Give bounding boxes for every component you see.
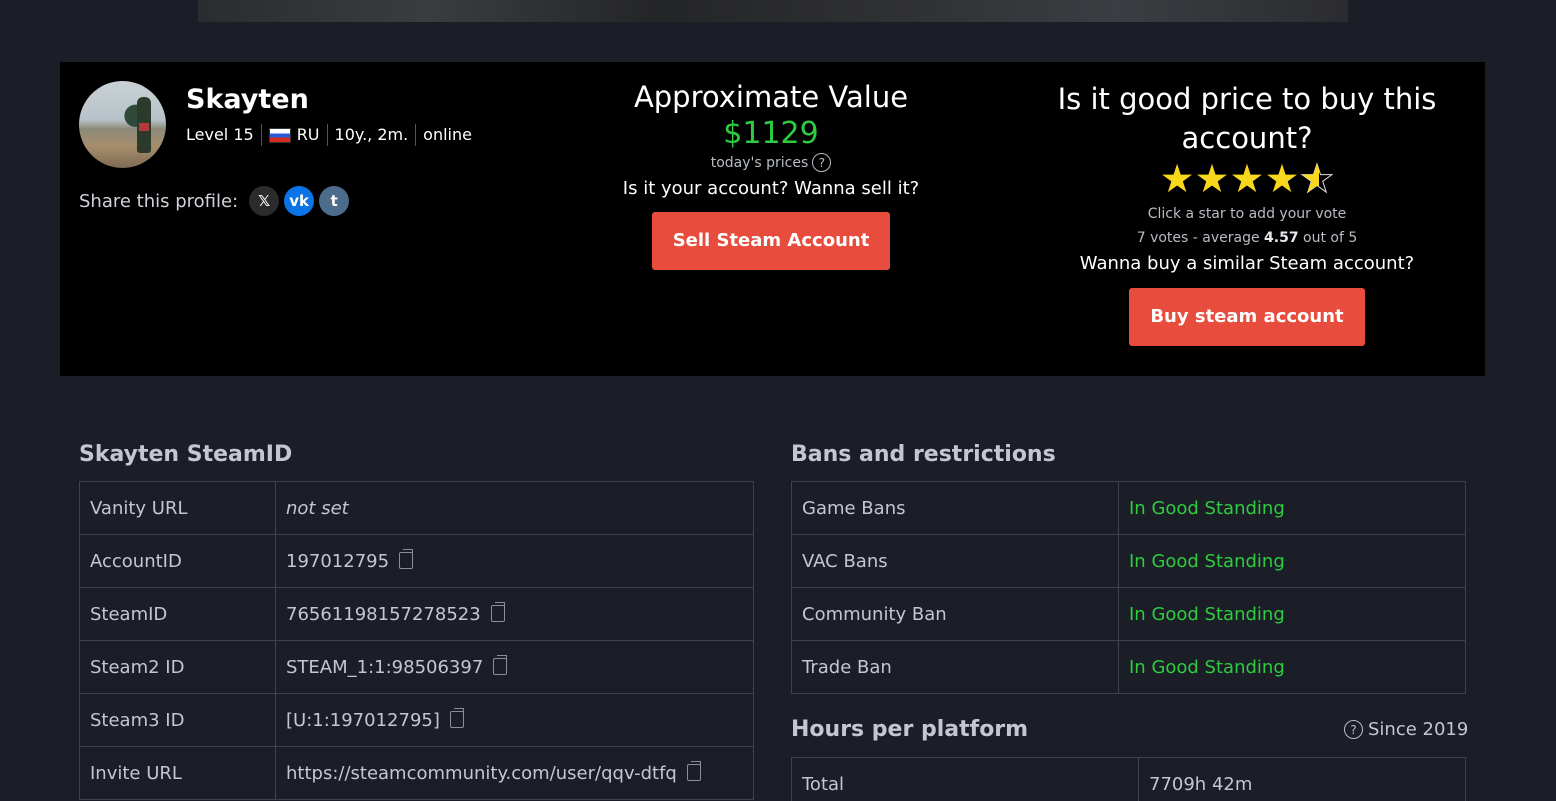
help-icon[interactable]: ? — [812, 153, 832, 172]
row-label: Community Ban — [791, 587, 1119, 641]
invite-url-value[interactable]: https://steamcommunity.com/user/qqv-dtfq — [286, 763, 677, 784]
valuation-block: Approximate Value $1129 today's prices? … — [571, 80, 971, 270]
row-label: Steam2 ID — [79, 640, 276, 694]
since-text: Since 2019 — [1368, 719, 1469, 740]
online-status: online — [423, 125, 472, 144]
row-label: Steam3 ID — [79, 693, 276, 747]
share-row: Share this profile: 𝕏 vk t — [79, 186, 350, 216]
table-row: Steam3 ID [U:1:197012795] — [79, 693, 754, 747]
profile-meta: Level 15 RU 10y., 2m. online — [186, 124, 479, 146]
sell-question: Is it your account? Wanna sell it? — [622, 178, 920, 199]
bans-table: Game Bans In Good Standing VAC Bans In Goo… — [791, 481, 1466, 694]
row-label: AccountID — [79, 534, 276, 588]
country-code: RU — [296, 125, 320, 144]
status-value: In Good Standing — [1118, 481, 1466, 535]
vote-hint: Click a star to add your vote — [1147, 206, 1347, 222]
row-value: [U:1:197012795] — [275, 693, 754, 747]
row-label: Trade Ban — [791, 640, 1119, 694]
steam3-id-value[interactable]: [U:1:197012795] — [286, 710, 440, 731]
table-row: SteamID 76561198157278523 — [79, 587, 754, 641]
row-label: SteamID — [79, 587, 276, 641]
row-label: VAC Bans — [791, 534, 1119, 588]
votes-prefix: 7 votes - average — [1136, 230, 1260, 246]
level: Level 15 — [186, 124, 262, 146]
table-row: AccountID 197012795 — [79, 534, 754, 588]
steam2-id-value[interactable]: STEAM_1:1:98506397 — [286, 657, 483, 678]
vote-stats: 7 votes - average 4.57 out of 5 — [1057, 230, 1437, 246]
copy-icon[interactable] — [493, 654, 508, 675]
username: Skayten — [186, 84, 309, 115]
row-value: 7709h 42m — [1138, 757, 1466, 801]
vk-share-icon[interactable]: vk — [284, 186, 315, 216]
profile-panel: Skayten Level 15 RU 10y., 2m. online Sha… — [60, 62, 1485, 376]
copy-icon[interactable] — [490, 601, 505, 622]
rating-title: Is it good price to buy this account? — [1057, 82, 1437, 155]
steam-id-value[interactable]: 76561198157278523 — [286, 604, 481, 625]
value-title: Approximate Value — [633, 80, 909, 114]
row-label: Game Bans — [791, 481, 1119, 535]
row-value: https://steamcommunity.com/user/qqv-dtfq — [275, 746, 754, 800]
table-row: Total 7709h 42m — [791, 757, 1466, 801]
row-label: Total — [791, 757, 1139, 801]
status-value: In Good Standing — [1118, 587, 1466, 641]
country: RU — [262, 124, 328, 146]
row-label: Invite URL — [79, 746, 276, 800]
row-value: STEAM_1:1:98506397 — [275, 640, 754, 694]
copy-icon[interactable] — [399, 548, 414, 569]
row-value: 76561198157278523 — [275, 587, 754, 641]
star-rating[interactable]: ★ ★ ★ ★ ★ — [1057, 159, 1437, 200]
sell-account-button[interactable]: Sell Steam Account — [651, 212, 891, 270]
value-amount: $1129 — [723, 116, 819, 151]
since-note: ? Since 2019 — [1344, 719, 1468, 740]
table-row: Game Bans In Good Standing — [791, 481, 1466, 535]
prices-note-text: today's prices — [710, 154, 809, 171]
copy-icon[interactable] — [686, 760, 701, 781]
star-icon[interactable]: ★ — [1195, 160, 1230, 200]
hours-table: Total 7709h 42m — [791, 757, 1466, 801]
vanity-value: not set — [286, 497, 349, 519]
x-share-icon[interactable]: 𝕏 — [249, 186, 280, 216]
star-icon[interactable]: ★ — [1264, 160, 1299, 200]
table-row: Invite URL https://steamcommunity.com/use… — [79, 746, 754, 800]
table-row: Steam2 ID STEAM_1:1:98506397 — [79, 640, 754, 694]
copy-icon[interactable] — [449, 707, 464, 728]
prices-note: today's prices? — [571, 153, 971, 172]
tumblr-share-icon[interactable]: t — [319, 186, 350, 216]
table-row: Vanity URL not set — [79, 481, 754, 535]
buy-account-button[interactable]: Buy steam account — [1129, 288, 1365, 346]
row-value: 197012795 — [275, 534, 754, 588]
star-icon[interactable]: ★ — [1230, 160, 1265, 200]
avatar-figure — [137, 97, 151, 153]
rating-block: Is it good price to buy this account? ★ … — [1057, 80, 1437, 346]
help-icon[interactable]: ? — [1344, 720, 1363, 739]
account-id-value[interactable]: 197012795 — [286, 551, 389, 572]
star-half-icon[interactable]: ★ — [1299, 159, 1335, 200]
share-label: Share this profile: — [79, 190, 239, 212]
hours-title: Hours per platform — [791, 717, 1029, 742]
status-value: In Good Standing — [1118, 534, 1466, 588]
buy-question: Wanna buy a similar Steam account? — [1079, 253, 1415, 274]
table-row: Trade Ban In Good Standing — [791, 640, 1466, 694]
row-label: Vanity URL — [79, 481, 276, 535]
average-score: 4.57 — [1264, 230, 1299, 246]
account-age: 10y., 2m. — [328, 124, 417, 146]
steamid-table: Vanity URL not set AccountID 197012795 Ste… — [79, 481, 754, 800]
table-row: VAC Bans In Good Standing — [791, 534, 1466, 588]
steamid-title: Skayten SteamID — [79, 442, 293, 467]
votes-suffix: out of 5 — [1303, 230, 1358, 246]
avatar[interactable] — [79, 81, 166, 168]
table-row: Community Ban In Good Standing — [791, 587, 1466, 641]
star-icon[interactable]: ★ — [1160, 160, 1195, 200]
profile-banner — [198, 0, 1348, 22]
status-value: In Good Standing — [1118, 640, 1466, 694]
row-value: not set — [275, 481, 754, 535]
russia-flag-icon — [268, 127, 291, 143]
bans-title: Bans and restrictions — [791, 442, 1056, 467]
